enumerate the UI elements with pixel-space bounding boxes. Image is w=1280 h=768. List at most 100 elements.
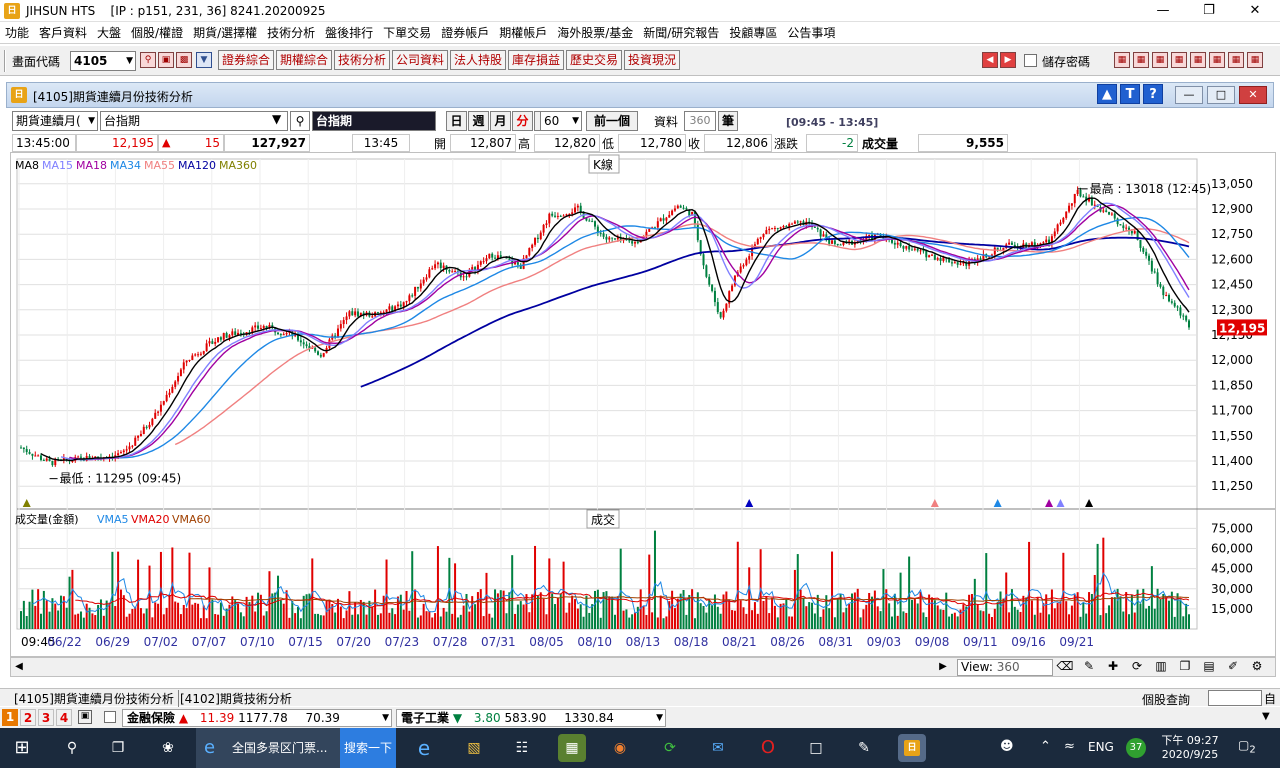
product-name-field[interactable]: 台指期 <box>100 111 288 131</box>
ticker-checkbox[interactable] <box>104 711 116 723</box>
triangle-up-icon[interactable]: ▲ <box>1097 84 1117 104</box>
mail-icon[interactable]: ✉ <box>704 734 732 762</box>
crosshair-icon[interactable]: ✚ <box>1103 659 1123 675</box>
chart-tool-icon[interactable]: ▦ <box>1171 52 1187 68</box>
data-unit-button[interactable]: 筆 <box>718 111 738 131</box>
jihsun-app-icon[interactable]: 日 <box>898 734 926 762</box>
toolbar-button-7[interactable]: 投資現況 <box>624 50 681 70</box>
folder-icon[interactable]: ▧ <box>460 734 488 762</box>
search-button[interactable]: 搜索一下 <box>340 728 396 768</box>
close-icon[interactable]: ✕ <box>1239 86 1267 104</box>
minimize-icon[interactable]: — <box>1140 0 1186 22</box>
code-input[interactable]: 4105 ▼ <box>70 51 136 71</box>
toolbar-button-3[interactable]: 公司資料 <box>392 50 449 70</box>
edit-icon[interactable]: ▦ <box>1190 52 1206 68</box>
dropdown-icon[interactable]: ▼ <box>196 52 212 68</box>
opera-icon[interactable]: O <box>754 734 782 762</box>
period-tab-2[interactable]: 月 <box>490 111 511 131</box>
task-view-icon[interactable]: ❐ <box>104 734 132 762</box>
menu-item-6[interactable]: 盤後排行 <box>320 22 378 44</box>
layout-icon[interactable]: ▤ <box>1199 659 1219 675</box>
windows-start-icon[interactable]: ⊞ <box>8 734 36 762</box>
restore-icon[interactable]: ❐ <box>1186 0 1232 22</box>
tab-4105[interactable]: [4105]期貨連續月份技術分析 <box>10 690 179 707</box>
help-icon[interactable]: ? <box>1143 84 1163 104</box>
menu-item-12[interactable]: 投顧專區 <box>724 22 782 44</box>
save-password-checkbox[interactable] <box>1024 54 1037 67</box>
save-icon[interactable]: ▩ <box>176 52 192 68</box>
list-icon[interactable]: ▦ <box>1152 52 1168 68</box>
notification-icon[interactable]: ▢2 <box>1238 738 1256 755</box>
t-icon[interactable]: T <box>1120 84 1140 104</box>
pinwheel-icon[interactable]: ❀ <box>154 734 182 762</box>
toolbar-button-0[interactable]: 證券綜合 <box>218 50 275 70</box>
chevron-down-icon[interactable]: ▼ <box>272 112 281 126</box>
grid-icon[interactable]: ▦ <box>1209 52 1225 68</box>
chevron-up-icon[interactable]: ⌃ <box>1040 739 1051 754</box>
menu-item-10[interactable]: 海外股票/基金 <box>552 22 638 44</box>
interval-select[interactable]: 60 ▼ <box>540 111 582 131</box>
pen-icon[interactable]: ✎ <box>1079 659 1099 675</box>
symbol-field[interactable]: 台指期 <box>312 111 436 131</box>
menu-item-2[interactable]: 大盤 <box>92 22 126 44</box>
menu-item-4[interactable]: 期貨/選擇權 <box>188 22 262 44</box>
menu-item-9[interactable]: 期權帳戶 <box>494 22 552 44</box>
wifi-icon[interactable]: ≈ <box>1064 739 1075 754</box>
tab-4102[interactable]: [4102]期貨技術分析 <box>176 690 296 707</box>
cursor-icon[interactable]: ▦ <box>1228 52 1244 68</box>
lookup-go-icon[interactable]: 自 <box>1264 690 1276 707</box>
browser-task[interactable]: e 全国多景区门票... <box>196 728 340 768</box>
edge-icon[interactable]: e <box>410 734 438 762</box>
eraser-icon[interactable]: ⌫ <box>1055 659 1075 675</box>
menu-item-8[interactable]: 證券帳戶 <box>436 22 494 44</box>
sector1-ticker[interactable]: 金融保險 ▲ 11.39 1177.78 70.39 ▼ <box>122 709 392 727</box>
product-type-select[interactable]: 期貨連續月(▼ <box>12 111 98 131</box>
search-icon[interactable]: ⚲ <box>140 52 156 68</box>
toolbar-button-4[interactable]: 法人持股 <box>450 50 507 70</box>
layout-icon[interactable]: ▦ <box>1247 52 1263 68</box>
scroll-right-icon[interactable]: ▶ <box>935 658 951 676</box>
menu-item-3[interactable]: 個股/權證 <box>126 22 188 44</box>
menu-item-11[interactable]: 新聞/研究報告 <box>638 22 724 44</box>
prev-button[interactable]: 前一個 <box>586 111 638 131</box>
menu-item-13[interactable]: 公告事項 <box>782 22 840 44</box>
translate-icon[interactable]: ☷ <box>508 734 536 762</box>
scroll-left-icon[interactable]: ◀ <box>11 658 27 676</box>
search-icon[interactable]: ⚲ <box>290 111 310 131</box>
paint-icon[interactable]: ✎ <box>850 734 878 762</box>
menu-item-5[interactable]: 技術分析 <box>262 22 320 44</box>
status-badge[interactable]: 37 <box>1126 738 1146 758</box>
menu-item-1[interactable]: 客戶資料 <box>34 22 92 44</box>
search-icon[interactable]: ⚲ <box>58 734 86 762</box>
toolbar-button-2[interactable]: 技術分析 <box>334 50 391 70</box>
period-tab-3[interactable]: 分 <box>512 111 533 131</box>
period-tab-1[interactable]: 週 <box>468 111 489 131</box>
toolbar-button-6[interactable]: 歷史交易 <box>566 50 623 70</box>
menu-item-7[interactable]: 下單交易 <box>378 22 436 44</box>
indicator-icon[interactable]: ▥ <box>1151 659 1171 675</box>
pen-icon[interactable]: ▦ <box>1114 52 1130 68</box>
ticker-num-3[interactable]: 3 <box>38 709 54 726</box>
lock-icon[interactable]: ▣ <box>78 710 92 724</box>
draw-icon[interactable]: ✐ <box>1223 659 1243 675</box>
candlestick-chart[interactable]: 13,050 12,900 12,750 12,600 12,450 12,300 12,1… <box>11 153 1275 656</box>
print-icon[interactable]: ▣ <box>158 52 174 68</box>
arrow-left-icon[interactable]: ◀ <box>982 52 998 68</box>
sector2-ticker[interactable]: 電子工業 ▼ 3.80 583.90 1330.84 ▼ <box>396 709 666 727</box>
ticker-num-2[interactable]: 2 <box>20 709 36 726</box>
toolbar-button-5[interactable]: 庫存損益 <box>508 50 565 70</box>
minimize-icon[interactable]: — <box>1175 86 1203 104</box>
copy-icon[interactable]: ❐ <box>1175 659 1195 675</box>
people-icon[interactable]: ☻ <box>1000 739 1014 754</box>
ticker-num-1[interactable]: 1 <box>2 709 18 726</box>
data-count-input[interactable]: 360 <box>684 111 716 131</box>
settings-icon[interactable]: ⚙ <box>1247 659 1267 675</box>
document-icon[interactable]: □ <box>802 734 830 762</box>
camera-icon[interactable]: ◉ <box>606 734 634 762</box>
arrow-right-icon[interactable]: ▶ <box>1000 52 1016 68</box>
refresh-icon[interactable]: ⟳ <box>1127 659 1147 675</box>
refresh-icon[interactable]: ⟳ <box>656 734 684 762</box>
scroll-down-icon[interactable]: ▼ <box>1262 711 1270 722</box>
window-icon[interactable]: ▦ <box>1133 52 1149 68</box>
clock[interactable]: 下午 09:27 2020/9/25 <box>1158 732 1222 761</box>
